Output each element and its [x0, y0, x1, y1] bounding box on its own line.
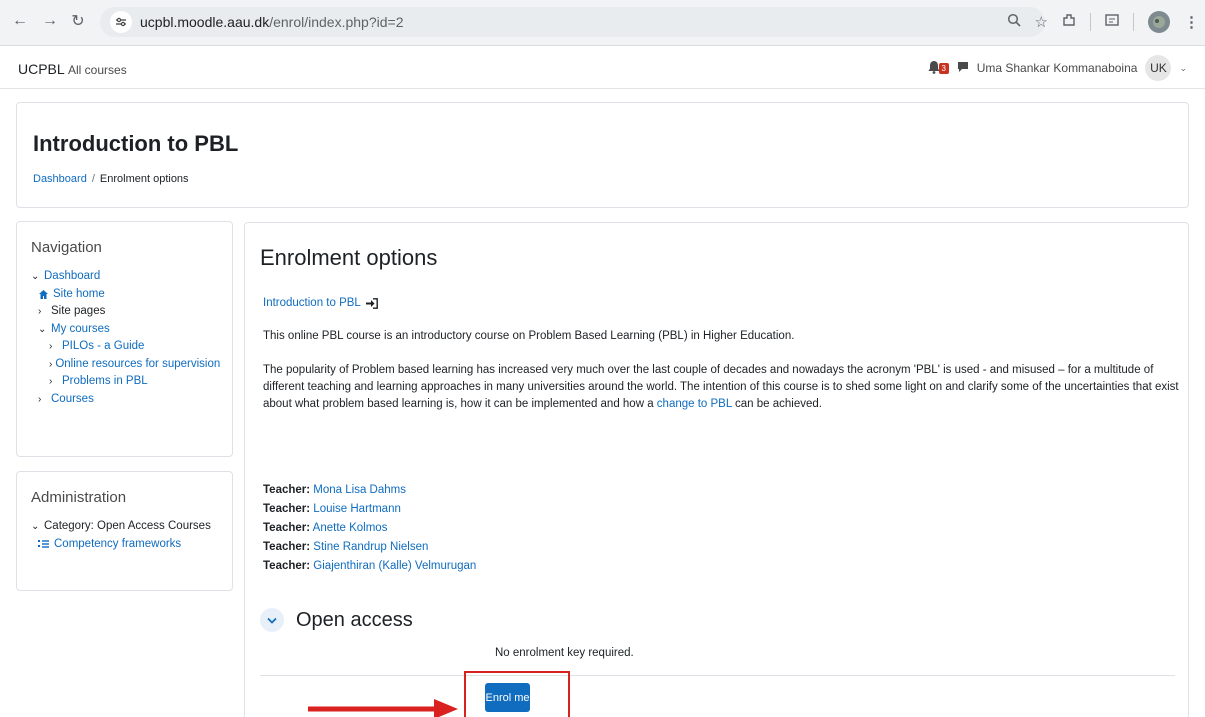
site-brand[interactable]: UCPBL: [18, 61, 65, 77]
nav-label[interactable]: My courses: [51, 321, 110, 339]
course-description: The popularity of Problem based learning…: [263, 362, 1183, 413]
teacher-link[interactable]: Anette Kolmos: [313, 522, 388, 534]
admin-item-competency[interactable]: Competency frameworks: [31, 536, 218, 554]
chevron-down-icon: ⌄: [38, 323, 47, 335]
chevron-right-icon: ›: [38, 393, 42, 405]
breadcrumb: Dashboard / Enrolment options: [33, 173, 189, 185]
teacher-link[interactable]: Louise Hartmann: [313, 503, 401, 515]
all-courses-link[interactable]: All courses: [68, 63, 127, 77]
admin-category-label: Category: Open Access Courses: [44, 520, 211, 532]
url-path: /enrol/index.php?id=2: [269, 14, 404, 30]
nav-item-online-resources[interactable]: › Online resources for supervision: [31, 356, 220, 374]
nav-label[interactable]: Online resources for supervision: [55, 356, 220, 374]
teacher-link[interactable]: Mona Lisa Dahms: [313, 484, 406, 496]
nav-label[interactable]: Dashboard: [44, 268, 100, 286]
browser-toolbar: ← → ↻ ucpbl.moodle.aau.dk/enrol/index.ph…: [0, 0, 1205, 46]
no-enrolment-key-text: No enrolment key required.: [495, 647, 634, 659]
annotation-arrow-icon: [308, 699, 458, 717]
toolbar-divider: [1090, 13, 1091, 31]
change-to-pbl-link[interactable]: change to PBL: [657, 398, 732, 410]
teacher-link[interactable]: Stine Randrup Nielsen: [313, 541, 428, 553]
teacher-row: Teacher: Mona Lisa Dahms: [263, 481, 476, 500]
nav-item-site-pages[interactable]: › Site pages: [31, 303, 218, 321]
teacher-row: Teacher: Giajenthiran (Kalle) Velmurugan: [263, 557, 476, 576]
administration-block-title: Administration: [31, 489, 127, 506]
notifications-bell-icon[interactable]: 3: [927, 60, 949, 76]
chevron-down-icon: ⌄: [31, 521, 40, 532]
nav-label: Site pages: [51, 305, 106, 317]
kebab-menu-icon[interactable]: ⋮: [1184, 13, 1199, 31]
site-settings-icon[interactable]: [110, 11, 132, 33]
description-text: can be achieved.: [731, 398, 822, 410]
bookmark-star-icon[interactable]: ☆: [1035, 13, 1048, 31]
forward-icon[interactable]: →: [38, 9, 62, 33]
chevron-right-icon: ›: [38, 306, 42, 317]
user-fullname[interactable]: Uma Shankar Kommanaboina: [977, 61, 1138, 75]
chevron-right-icon: ›: [49, 341, 53, 352]
collapse-section-icon[interactable]: [260, 608, 284, 632]
nav-label[interactable]: Problems in PBL: [62, 373, 148, 391]
teacher-label: Teacher:: [263, 503, 311, 515]
teacher-list: Teacher: Mona Lisa Dahms Teacher: Louise…: [263, 481, 476, 576]
admin-competency-link[interactable]: Competency frameworks: [54, 536, 181, 554]
nav-label[interactable]: PILOs - a Guide: [62, 338, 144, 356]
profile-avatar-icon[interactable]: [1148, 11, 1170, 33]
back-icon[interactable]: ←: [8, 9, 32, 33]
user-avatar[interactable]: UK: [1145, 55, 1172, 81]
admin-item-category[interactable]: ⌄ Category: Open Access Courses: [31, 518, 218, 536]
toolbar-divider: [1133, 13, 1134, 31]
course-link[interactable]: Introduction to PBL: [263, 297, 378, 309]
teacher-row: Teacher: Anette Kolmos: [263, 519, 476, 538]
nav-label[interactable]: Site home: [53, 286, 105, 304]
url-host: ucpbl.moodle.aau.dk: [140, 14, 270, 30]
form-divider: [260, 675, 1175, 676]
open-access-title: Open access: [296, 608, 413, 631]
home-icon: [38, 289, 49, 300]
nav-label[interactable]: Courses: [51, 391, 94, 409]
zoom-icon[interactable]: [1007, 13, 1021, 31]
course-summary: This online PBL course is an introductor…: [263, 330, 795, 342]
teacher-label: Teacher:: [263, 541, 311, 553]
extensions-icon[interactable]: [1062, 13, 1076, 31]
nav-item-courses[interactable]: › Courses: [31, 391, 218, 409]
breadcrumb-separator: /: [91, 173, 95, 185]
teacher-label: Teacher:: [263, 560, 311, 572]
chevron-right-icon: ›: [49, 358, 53, 370]
messages-icon[interactable]: [957, 61, 969, 76]
nav-item-dashboard[interactable]: ⌄ Dashboard: [31, 268, 218, 286]
navigation-block: Navigation ⌄ Dashboard Site home › Site pa…: [16, 221, 233, 457]
reload-icon[interactable]: ↻: [66, 9, 90, 33]
list-icon: [38, 539, 49, 549]
site-navbar: UCPBL All courses 3 Uma Shankar Kommanab…: [0, 47, 1205, 89]
teacher-row: Teacher: Louise Hartmann: [263, 500, 476, 519]
teacher-link[interactable]: Giajenthiran (Kalle) Velmurugan: [313, 560, 476, 572]
nav-item-pilos[interactable]: › PILOs - a Guide: [31, 338, 218, 356]
breadcrumb-dashboard-link[interactable]: Dashboard: [33, 173, 87, 185]
sign-in-icon: [365, 297, 378, 309]
chevron-right-icon: ›: [49, 376, 53, 387]
address-bar[interactable]: ucpbl.moodle.aau.dk/enrol/index.php?id=2: [100, 7, 1045, 37]
administration-block: Administration ⌄ Category: Open Access Co…: [16, 471, 233, 591]
page-title: Introduction to PBL: [33, 131, 239, 156]
annotation-highlight-box: [464, 671, 570, 717]
open-access-section-header: Open access: [260, 608, 413, 632]
page-header: Introduction to PBL Dashboard / Enrolment …: [16, 102, 1189, 208]
reading-mode-icon[interactable]: [1105, 13, 1119, 31]
main-content: Enrolment options Introduction to PBL Th…: [244, 222, 1189, 717]
navigation-block-title: Navigation: [31, 239, 102, 256]
nav-item-my-courses[interactable]: ⌄ My courses: [31, 321, 218, 339]
chevron-down-icon: ⌄: [31, 271, 40, 282]
teacher-row: Teacher: Stine Randrup Nielsen: [263, 538, 476, 557]
enrolment-options-heading: Enrolment options: [260, 245, 438, 270]
nav-item-problems-in-pbl[interactable]: › Problems in PBL: [31, 373, 218, 391]
notification-count-badge: 3: [938, 63, 949, 74]
course-link-label[interactable]: Introduction to PBL: [263, 297, 361, 309]
nav-item-site-home[interactable]: Site home: [31, 286, 218, 304]
user-menu-chevron-icon[interactable]: ⌄: [1179, 63, 1187, 74]
teacher-label: Teacher:: [263, 484, 311, 496]
breadcrumb-current: Enrolment options: [99, 173, 189, 185]
teacher-label: Teacher:: [263, 522, 311, 534]
